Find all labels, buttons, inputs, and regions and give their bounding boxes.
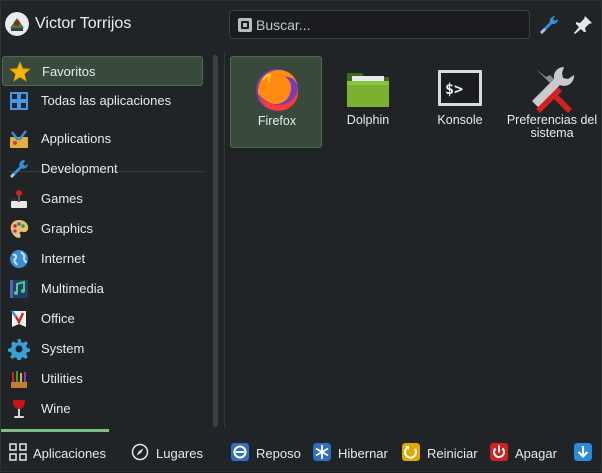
arrow-down-icon bbox=[574, 443, 592, 461]
wine-glass-icon bbox=[13, 400, 25, 418]
user-name: Victor Torrijos bbox=[35, 15, 132, 32]
svg-text:$>: $> bbox=[445, 80, 463, 98]
sidebar-item-label: Utilities bbox=[41, 371, 83, 386]
hibernate-label: Hibernar bbox=[338, 446, 388, 461]
sidebar-item-label: Multimedia bbox=[41, 281, 104, 296]
terminal-icon: $> bbox=[438, 70, 482, 106]
sidebar-item-all-applications[interactable]: Todas las aplicaciones bbox=[2, 86, 203, 116]
sidebar-item-multimedia[interactable]: Multimedia bbox=[2, 274, 203, 304]
search-input[interactable] bbox=[256, 15, 521, 35]
palette-icon bbox=[10, 220, 29, 238]
configure-button[interactable] bbox=[537, 13, 561, 37]
avatar-icon bbox=[5, 12, 29, 36]
launcher-footer: Aplicaciones Lugares Reposo Hibernar Rei… bbox=[1, 429, 602, 473]
sidebar-item-graphics[interactable]: Graphics bbox=[2, 214, 203, 244]
sleep-label: Reposo bbox=[256, 446, 301, 461]
pin-icon bbox=[574, 16, 592, 34]
sidebar-item-label: System bbox=[41, 341, 85, 356]
application-launcher: Victor Torrijos Favor bbox=[0, 0, 602, 472]
sidebar-item-label: Development bbox=[41, 161, 118, 176]
tab-label: Aplicaciones bbox=[33, 446, 106, 461]
search-icon bbox=[238, 18, 252, 32]
utilities-icon bbox=[11, 371, 27, 388]
folder-icon bbox=[347, 73, 389, 107]
app-label: Dolphin bbox=[346, 113, 390, 127]
tools-icon bbox=[532, 66, 575, 113]
sidebar-item-label: Favoritos bbox=[42, 64, 96, 79]
applications-icon bbox=[10, 130, 28, 148]
music-icon bbox=[10, 280, 28, 298]
snowflake-icon bbox=[313, 443, 331, 461]
firefox-icon bbox=[256, 69, 299, 111]
gear-icon bbox=[8, 339, 30, 360]
more-power-button[interactable] bbox=[574, 429, 596, 473]
grid-icon bbox=[10, 92, 28, 110]
office-icon bbox=[11, 310, 26, 327]
avatar[interactable] bbox=[5, 12, 29, 36]
app-tile-firefox[interactable]: Firefox bbox=[230, 56, 322, 148]
globe-icon bbox=[10, 250, 28, 268]
star-icon bbox=[9, 61, 31, 82]
sidebar-item-label: Todas las aplicaciones bbox=[41, 93, 172, 108]
sidebar-item-wine[interactable]: Wine bbox=[2, 394, 203, 424]
compass-icon bbox=[131, 443, 149, 461]
app-tile-dolphin[interactable]: Dolphin bbox=[322, 56, 414, 148]
sidebar-item-label: Internet bbox=[41, 251, 86, 266]
sidebar-item-development[interactable]: Development bbox=[2, 154, 203, 184]
sidebar-item-system[interactable]: System bbox=[2, 334, 203, 364]
search-field[interactable] bbox=[229, 10, 530, 39]
category-sidebar: Favoritos Todas las aplicaciones Applica… bbox=[1, 51, 207, 429]
launcher-header: Victor Torrijos bbox=[1, 1, 602, 49]
apps-grid-icon bbox=[9, 443, 27, 461]
restart-icon bbox=[402, 443, 420, 461]
app-label: Konsole bbox=[437, 113, 483, 127]
app-tile-system-settings[interactable]: Preferencias del sistema bbox=[506, 56, 598, 148]
tab-applications[interactable]: Aplicaciones bbox=[1, 429, 109, 473]
sidebar-scrollbar[interactable] bbox=[213, 55, 218, 427]
shutdown-label: Apagar bbox=[515, 446, 557, 461]
joystick-icon bbox=[11, 190, 27, 208]
sidebar-item-internet[interactable]: Internet bbox=[2, 244, 203, 274]
app-label: Firefox bbox=[257, 114, 297, 128]
pin-button[interactable] bbox=[571, 13, 595, 37]
power-icon bbox=[490, 443, 508, 461]
app-label: Preferencias del sistema bbox=[506, 113, 598, 140]
content-divider bbox=[224, 51, 225, 429]
sidebar-item-utilities[interactable]: Utilities bbox=[2, 364, 203, 394]
sidebar-item-favorites[interactable]: Favoritos bbox=[2, 56, 203, 86]
wrench-icon bbox=[10, 160, 28, 178]
sidebar-item-label: Office bbox=[41, 311, 75, 326]
sidebar-item-applications[interactable]: Applications bbox=[2, 124, 203, 154]
sidebar-item-office[interactable]: Office bbox=[2, 304, 203, 334]
sidebar-item-label: Games bbox=[41, 191, 83, 206]
sidebar-item-games[interactable]: Games bbox=[2, 184, 203, 214]
sidebar-item-label: Wine bbox=[41, 401, 71, 416]
sidebar-item-label: Applications bbox=[41, 131, 112, 146]
restart-label: Reiniciar bbox=[427, 446, 478, 461]
sidebar-item-label: Graphics bbox=[41, 221, 94, 236]
sleep-icon bbox=[231, 443, 249, 461]
wrench-icon bbox=[540, 15, 559, 35]
app-tile-konsole[interactable]: $> Konsole bbox=[414, 56, 506, 148]
tab-places[interactable]: Lugares bbox=[125, 429, 211, 473]
tab-label: Lugares bbox=[156, 446, 203, 461]
